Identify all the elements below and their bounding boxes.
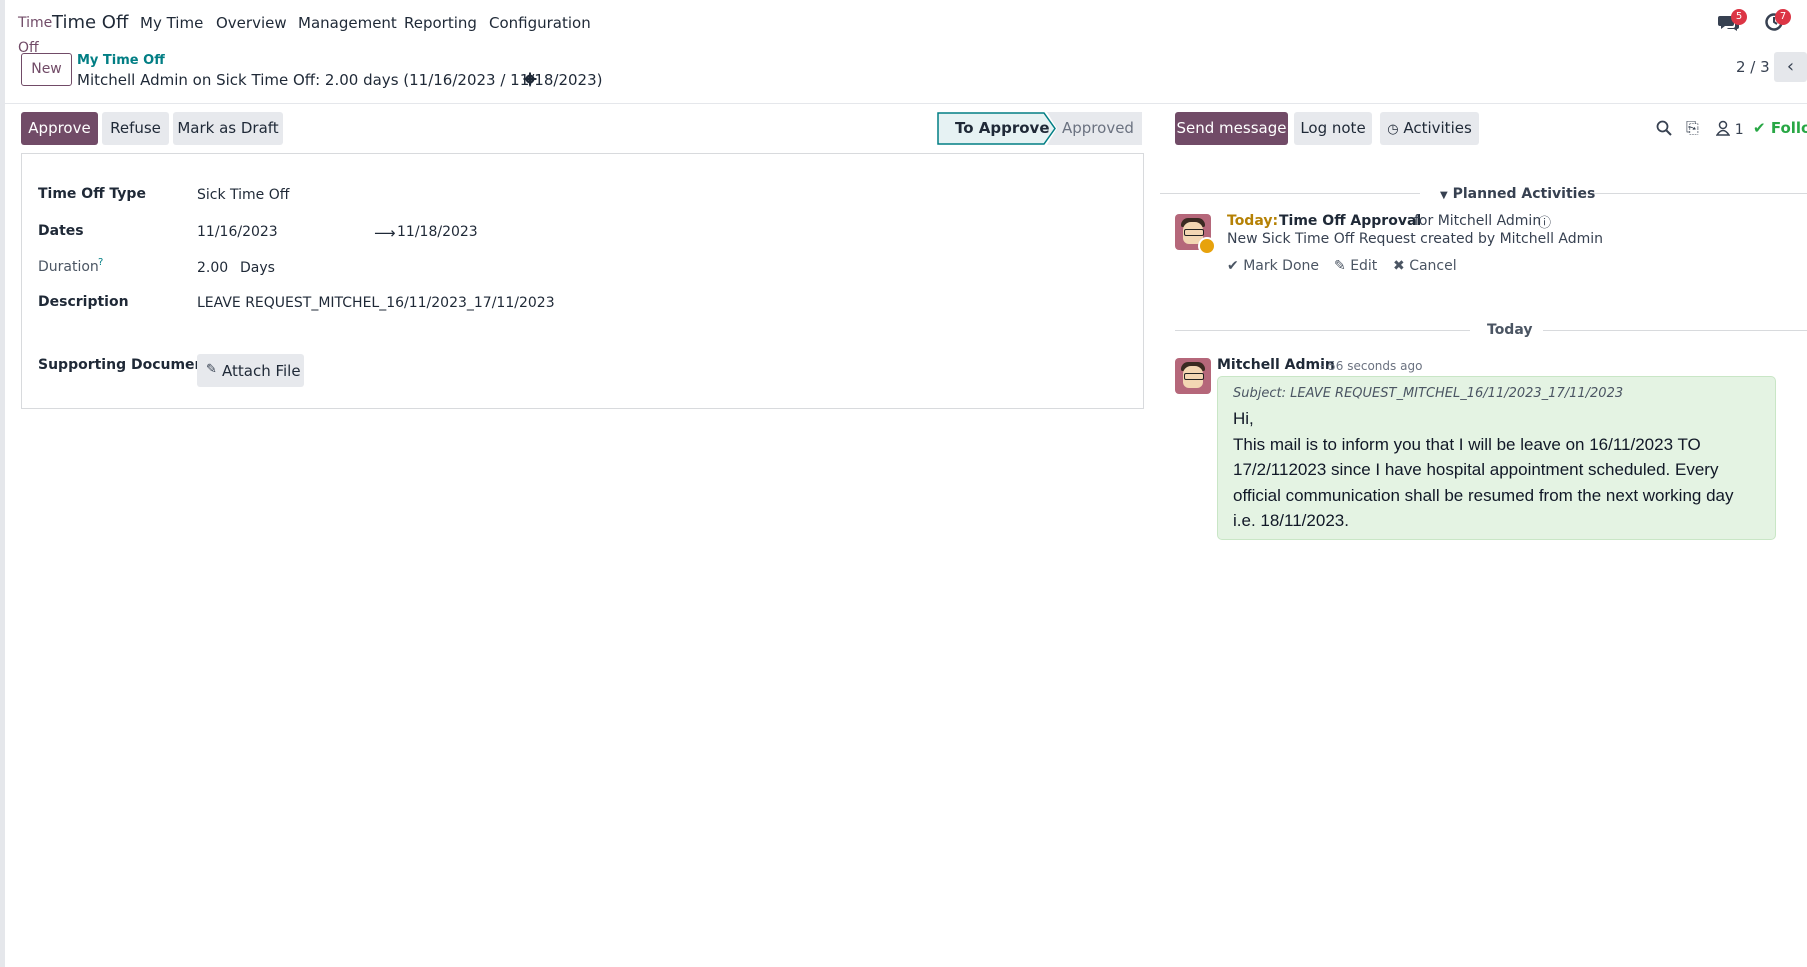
new-button[interactable]: New — [21, 53, 72, 86]
stage-approved[interactable]: Approved — [1062, 112, 1134, 145]
edit-label: Edit — [1350, 258, 1378, 274]
pencil-icon: ✎ — [1334, 258, 1346, 274]
pager-previous-button[interactable]: ‹ — [1774, 52, 1807, 82]
pager-value[interactable]: 2 / 3 — [1736, 58, 1770, 76]
user-icon — [1715, 120, 1731, 136]
info-icon[interactable]: ⓘ — [1538, 212, 1551, 231]
dates-label: Dates — [38, 223, 84, 239]
mark-as-draft-button[interactable]: Mark as Draft — [173, 112, 283, 145]
message-line-1: Hi, — [1233, 409, 1254, 428]
date-divider-right — [1543, 330, 1807, 331]
cancel-label: Cancel — [1409, 258, 1457, 274]
activities-badge: 7 — [1775, 9, 1791, 25]
control-panel-divider — [0, 103, 1807, 104]
check-icon: ✔ — [1227, 258, 1239, 274]
supporting-document-label: Supporting Document — [38, 357, 212, 373]
description-field[interactable]: LEAVE REQUEST_MITCHEL_16/11/2023_17/11/2… — [197, 295, 555, 311]
paperclip-icon: ✎ — [206, 362, 217, 377]
menu-configuration[interactable]: Configuration — [489, 14, 591, 32]
activity-type-icon — [1198, 237, 1216, 255]
duration-unit: Days — [240, 260, 275, 276]
send-message-button[interactable]: Send message — [1175, 112, 1288, 145]
mark-done-label: Mark Done — [1243, 258, 1319, 274]
attach-file-label: Attach File — [222, 362, 301, 380]
activity-summary: New Sick Time Off Request created by Mit… — [1227, 231, 1604, 247]
attachments-button[interactable]: ⎘ — [1686, 118, 1699, 138]
menu-management[interactable]: Management — [298, 14, 397, 32]
check-icon: ✔ — [1753, 119, 1766, 137]
message-subject: Subject: LEAVE REQUEST_MITCHEL_16/11/202… — [1233, 386, 1624, 401]
approve-button[interactable]: Approve — [21, 112, 98, 145]
search-icon — [1656, 120, 1672, 136]
duration-value-field[interactable]: 2.00 — [197, 260, 228, 276]
breadcrumb-my-time-off[interactable]: My Time Off — [77, 53, 165, 68]
activity-when: Today: — [1227, 213, 1279, 229]
time-off-type-label: Time Off Type — [38, 186, 146, 202]
planned-divider-left — [1160, 193, 1420, 194]
mark-done-button[interactable]: ✔ Mark Done — [1227, 258, 1319, 274]
clock-icon: ◷ — [1387, 122, 1399, 137]
date-separator: Today — [1487, 322, 1533, 338]
planned-activities-toggle[interactable]: ▼ Planned Activities — [1440, 186, 1595, 202]
attach-file-button[interactable]: ✎ Attach File — [197, 354, 304, 387]
messages-badge: 5 — [1731, 9, 1747, 25]
date-from-field[interactable]: 11/16/2023 — [197, 224, 278, 240]
stage-to-approve[interactable]: To Approve — [955, 112, 1050, 145]
caret-down-icon: ▼ — [1440, 190, 1448, 201]
edit-activity-button[interactable]: ✎ Edit — [1334, 258, 1377, 274]
message-line-3: 17/2/112023 since I have hospital appoin… — [1233, 460, 1719, 479]
message-time: - 56 seconds ago — [1320, 359, 1423, 373]
menu-overview[interactable]: Overview — [216, 14, 287, 32]
log-note-button[interactable]: Log note — [1294, 112, 1372, 145]
refuse-button[interactable]: Refuse — [102, 112, 169, 145]
duration-label: Duration — [38, 259, 99, 275]
message-text: Hi, This mail is to inform you that I wi… — [1233, 406, 1733, 534]
message-author[interactable]: Mitchell Admin — [1217, 357, 1335, 373]
message-line-2: This mail is to inform you that I will b… — [1233, 434, 1701, 454]
message-line-5: i.e. 18/11/2023. — [1233, 511, 1349, 530]
following-button[interactable]: ✔ Following — [1753, 119, 1807, 137]
duration-help-icon[interactable]: ? — [98, 257, 103, 268]
time-off-type-field[interactable]: Sick Time Off — [197, 187, 289, 203]
arrow-right-icon: ⟶ — [374, 224, 396, 242]
activities-button-chatter[interactable]: ◷ Activities — [1380, 112, 1479, 145]
gear-icon — [523, 72, 537, 86]
paperclip-icon: ⎘ — [1686, 118, 1699, 137]
close-icon: ✖ — [1393, 258, 1405, 274]
following-label: Following — [1770, 119, 1807, 137]
app-name[interactable]: Time Off — [52, 12, 128, 33]
planned-activities-title: Planned Activities — [1452, 186, 1596, 202]
window-left-edge — [0, 0, 5, 967]
activities-label: Activities — [1403, 119, 1472, 137]
activity-assignee: for Mitchell Admin — [1414, 213, 1542, 229]
record-actions-button[interactable] — [523, 72, 537, 90]
date-divider-left — [1175, 330, 1470, 331]
menu-my-time[interactable]: My Time — [140, 14, 203, 32]
message-author-avatar[interactable] — [1175, 358, 1211, 394]
top-navbar: Time Off Time Off My Time Overview Manag… — [0, 0, 1807, 56]
menu-reporting[interactable]: Reporting — [404, 14, 477, 32]
app-logo[interactable]: Time — [18, 15, 52, 31]
planned-divider-right — [1588, 193, 1807, 194]
followers-button[interactable]: 1 — [1715, 120, 1744, 138]
message-line-4: official communication shall be resumed … — [1233, 485, 1734, 505]
chevron-left-icon: ‹ — [1786, 56, 1795, 77]
description-label: Description — [38, 294, 129, 310]
cancel-activity-button[interactable]: ✖ Cancel — [1393, 258, 1457, 274]
search-messages-button[interactable] — [1656, 120, 1672, 140]
followers-count: 1 — [1734, 122, 1744, 138]
activity-name: Time Off Approval — [1279, 213, 1422, 229]
date-to-field[interactable]: 11/18/2023 — [397, 224, 478, 240]
